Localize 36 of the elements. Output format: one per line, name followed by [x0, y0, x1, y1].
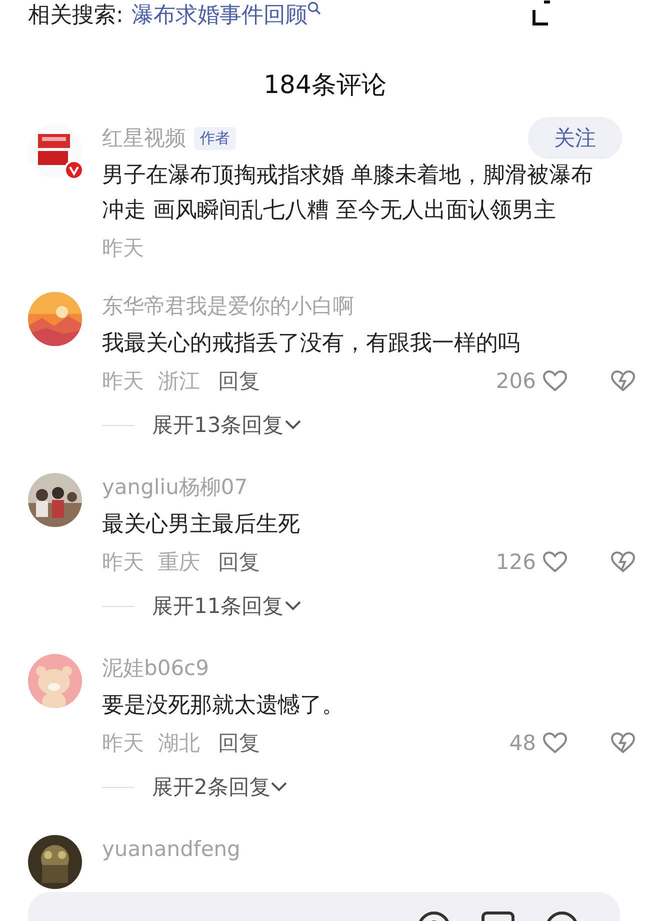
broken-heart-icon[interactable] — [610, 550, 636, 574]
broken-heart-icon[interactable] — [610, 731, 636, 755]
author-tag: 作者 — [194, 126, 236, 150]
expand-replies-link[interactable]: 展开11条回复 — [152, 592, 284, 620]
like-count: 126 — [496, 550, 536, 574]
comments-title: 184条评论 — [262, 69, 388, 101]
like-icon[interactable] — [542, 731, 568, 755]
comment-text: 我最关心的戒指丢了没有，有跟我一样的吗 — [102, 330, 521, 358]
comment-text: 最关心男主最后生死 — [102, 511, 301, 539]
reply-link[interactable]: 回复 — [218, 729, 260, 757]
reply-link[interactable]: 回复 — [218, 548, 260, 576]
verified-badge-icon — [64, 160, 84, 180]
comment-time: 昨天 — [102, 368, 144, 395]
like-count: 48 — [509, 731, 536, 755]
expand-replies-link[interactable]: 展开13条回复 — [152, 411, 284, 439]
comment-time: 昨天 — [102, 235, 144, 262]
comment-time: 昨天 — [102, 730, 144, 757]
broken-heart-icon[interactable] — [610, 369, 636, 393]
related-search-label: 相关搜索: — [28, 2, 124, 30]
comment-time: 昨天 — [102, 549, 144, 576]
related-search-link[interactable]: 瀑布求婚事件回顾 — [131, 0, 308, 30]
expand-replies-link[interactable]: 展开2条回复 — [152, 773, 270, 801]
chevron-down-icon[interactable] — [270, 781, 288, 793]
search-icon[interactable] — [307, 1, 322, 15]
like-icon[interactable] — [542, 369, 568, 393]
comment-location: 浙江 — [158, 368, 200, 395]
reply-link[interactable]: 回复 — [218, 367, 260, 395]
chevron-down-icon[interactable] — [284, 600, 302, 612]
chevron-down-icon[interactable] — [284, 419, 302, 431]
comment-location: 湖北 — [158, 730, 200, 757]
comment-location: 重庆 — [158, 549, 200, 576]
comment-text: 男子在瀑布顶掏戒指求婚 单膝未着地，脚滑被瀑布冲走 画风瞬间乱七八糟 至今无人出面认领男主 — [102, 162, 594, 225]
comment-text: 要是没死那就太遗憾了。 — [102, 692, 345, 720]
follow-button[interactable]: 关注 — [528, 117, 622, 159]
like-icon[interactable] — [542, 550, 568, 574]
like-count: 206 — [496, 369, 536, 393]
